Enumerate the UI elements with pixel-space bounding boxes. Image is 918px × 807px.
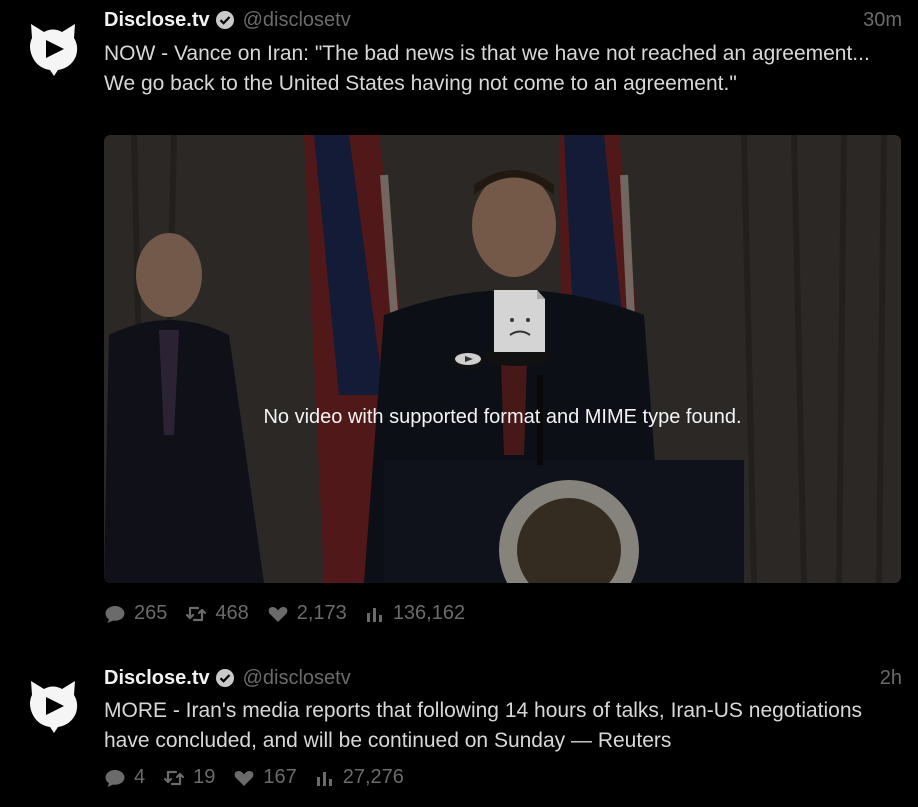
author-name[interactable]: Disclose.tv: [104, 667, 210, 690]
author-handle[interactable]: @disclosetv: [243, 667, 351, 690]
reply-count: 4: [134, 766, 146, 788]
tweet-timestamp[interactable]: 2h: [880, 667, 902, 690]
view-count: 27,276: [342, 766, 404, 788]
tweet-text: MORE - Iran's media reports that followi…: [104, 699, 863, 752]
like-count: 2,173: [296, 602, 347, 624]
like-button[interactable]: 167: [233, 766, 297, 789]
heart-icon: [235, 770, 254, 786]
views-button[interactable]: 27,276: [315, 766, 404, 789]
reply-count: 265: [134, 602, 168, 624]
views-button[interactable]: 136,162: [365, 602, 465, 625]
retweet-button[interactable]: 468: [185, 602, 249, 625]
author-name[interactable]: Disclose.tv: [104, 9, 210, 32]
reply-button[interactable]: 265: [104, 602, 167, 625]
broken-video-icon: [452, 290, 549, 370]
reply-button[interactable]: 4: [104, 766, 145, 789]
reply-icon: [105, 769, 125, 787]
view-count: 136,162: [392, 602, 466, 624]
reply-icon: [105, 605, 125, 623]
author-handle[interactable]: @disclosetv: [243, 9, 351, 32]
tweet-2[interactable]: Disclose.tv @disclosetv 2h MORE - Iran's…: [0, 650, 918, 807]
tweet-text: NOW - Vance on Iran: "The bad news is th…: [104, 42, 870, 95]
avatar-disclose-tv[interactable]: [24, 675, 82, 735]
views-icon: [316, 771, 332, 786]
tweet-1[interactable]: Disclose.tv @disclosetv 30m NOW - Vance …: [0, 0, 918, 640]
avatar-disclose-tv[interactable]: [24, 18, 82, 78]
tweet-video[interactable]: No video with supported format and MIME …: [104, 135, 901, 583]
video-error-message: No video with supported format and MIME …: [263, 406, 742, 428]
retweet-count: 19: [193, 766, 216, 788]
like-count: 167: [263, 766, 297, 788]
views-icon: [366, 607, 382, 622]
retweet-icon: [164, 770, 185, 785]
retweet-button[interactable]: 19: [163, 766, 215, 789]
tweet-timestamp[interactable]: 30m: [863, 9, 902, 32]
retweet-count: 468: [215, 602, 249, 624]
retweet-icon: [186, 606, 207, 621]
like-button[interactable]: 2,173: [267, 602, 347, 625]
heart-icon: [268, 606, 288, 622]
verified-badge-icon: [215, 669, 234, 687]
verified-badge-icon: [215, 11, 234, 29]
